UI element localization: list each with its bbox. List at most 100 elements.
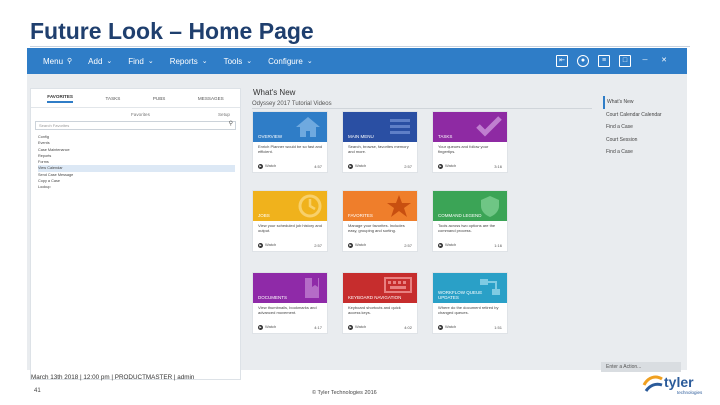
setup-link[interactable]: Setup xyxy=(218,112,230,117)
favorites-label: Favorites xyxy=(131,112,150,117)
tools-menu[interactable]: Tools ⌄ xyxy=(224,57,253,66)
clock-icon xyxy=(298,194,322,218)
favorites-search-input[interactable]: Search Favorites ⚲ xyxy=(35,121,236,130)
menu-label: Menu xyxy=(43,56,64,66)
right-nav-item[interactable]: Find a Case xyxy=(603,121,683,134)
watch-button[interactable]: ▶ Watch xyxy=(438,242,456,248)
tools-label: Tools xyxy=(223,56,243,66)
card-title: DOCUMENTS xyxy=(258,295,287,301)
video-card-main-menu[interactable]: MAIN MENU Search, browse, favorites memo… xyxy=(342,111,418,173)
logo-mark-icon xyxy=(642,375,663,392)
chevron-down-icon: ⌄ xyxy=(246,58,253,65)
play-icon: ▶ xyxy=(438,325,443,330)
card-title: JOBS xyxy=(258,213,270,219)
configure-label: Configure xyxy=(268,56,303,66)
card-banner: MAIN MENU xyxy=(343,112,417,142)
duration: 2:57 xyxy=(404,163,412,169)
play-icon: ▶ xyxy=(348,243,353,248)
video-card-command-legend[interactable]: COMMAND LEGEND Tools across two options … xyxy=(432,190,508,252)
video-card-documents[interactable]: DOCUMENTS View thumbnails, bookmarks and… xyxy=(252,272,328,334)
add-label: Add xyxy=(88,56,103,66)
play-icon: ▶ xyxy=(438,164,443,169)
right-nav-item[interactable]: Court Session xyxy=(603,134,683,147)
card-title: MAIN MENU xyxy=(348,134,374,140)
duration: 1:16 xyxy=(494,242,502,248)
duration: 1:51 xyxy=(494,324,502,330)
search-placeholder: Search Favorites xyxy=(39,123,70,128)
view-icon[interactable]: ● xyxy=(577,55,589,67)
video-card-favorites[interactable]: FAVORITES Manage your favorites. Include… xyxy=(342,190,418,252)
watch-button[interactable]: ▶ Watch xyxy=(348,163,366,169)
tab-pubs[interactable]: PUBS xyxy=(153,96,166,101)
duration: 4:17 xyxy=(314,324,322,330)
chevron-down-icon: ⌄ xyxy=(147,58,154,65)
card-banner: JOBS xyxy=(253,191,327,221)
watch-label: Watch xyxy=(265,242,277,247)
play-icon: ▶ xyxy=(258,325,263,330)
card-footer: ▶ Watch 1:51 xyxy=(438,324,502,330)
watch-label: Watch xyxy=(445,242,457,247)
slide-number: 41 xyxy=(34,388,41,394)
card-footer: ▶ Watch 4:17 xyxy=(258,324,322,330)
video-card-workflow-queue-updates[interactable]: WORKFLOW QUEUE UPDATES Where do the docu… xyxy=(432,272,508,334)
right-nav-item[interactable]: Court Calendar Calendar xyxy=(603,109,683,122)
play-icon: ▶ xyxy=(348,325,353,330)
watch-label: Watch xyxy=(265,163,277,168)
duration: 2:57 xyxy=(314,242,322,248)
watch-button[interactable]: ▶ Watch xyxy=(438,163,456,169)
minimize-icon[interactable]: ─ xyxy=(640,56,650,66)
card-banner: COMMAND LEGEND xyxy=(433,191,507,221)
right-nav-item[interactable]: Find a Case xyxy=(603,146,683,159)
card-footer: ▶ Watch 2:57 xyxy=(348,242,412,248)
window-controls: ⇤ ● ≡ □ ─ ✕ xyxy=(556,48,669,74)
video-card-overview[interactable]: OVERVIEW Enrich Planner would be so fast… xyxy=(252,111,328,173)
menu-button[interactable]: Menu ⚲ xyxy=(43,57,72,66)
duration: 3:16 xyxy=(494,163,502,169)
card-description: View thumbnails, bookmarks and advanced … xyxy=(258,305,317,315)
add-menu[interactable]: Add ⌄ xyxy=(88,57,112,66)
duration: 4:02 xyxy=(404,324,412,330)
card-footer: ▶ Watch 4:02 xyxy=(348,324,412,330)
slide-title: Future Look – Home Page xyxy=(30,18,314,44)
watch-button[interactable]: ▶ Watch xyxy=(258,324,276,330)
tab-favorites[interactable]: FAVORITES xyxy=(47,94,73,103)
card-banner: KEYBOARD NAVIGATION xyxy=(343,273,417,303)
watch-button[interactable]: ▶ Watch xyxy=(438,324,456,330)
logout-icon[interactable]: ⇤ xyxy=(556,55,568,67)
tab-messages[interactable]: MESSAGES xyxy=(198,96,224,101)
chevron-down-icon: ⌄ xyxy=(201,58,208,65)
watch-button[interactable]: ▶ Watch xyxy=(348,324,366,330)
card-description: Search, browse, favorites memory and mor… xyxy=(348,144,409,154)
card-footer: ▶ Watch 2:57 xyxy=(348,163,412,169)
find-menu[interactable]: Find ⌄ xyxy=(128,57,153,66)
card-description: Your queues and follow your fingertips. xyxy=(438,144,489,154)
card-banner: OVERVIEW xyxy=(253,112,327,142)
restore-icon[interactable]: □ xyxy=(619,55,631,67)
close-icon[interactable]: ✕ xyxy=(659,56,669,66)
watch-button[interactable]: ▶ Watch xyxy=(258,242,276,248)
configure-menu[interactable]: Configure ⌄ xyxy=(268,57,313,66)
watch-label: Watch xyxy=(355,163,367,168)
card-title: OVERVIEW xyxy=(258,134,283,140)
reports-label: Reports xyxy=(169,56,198,66)
video-card-jobs[interactable]: JOBS View your scheduled job history and… xyxy=(252,190,328,252)
video-card-keyboard-navigation[interactable]: KEYBOARD NAVIGATION Keyboard shortcuts a… xyxy=(342,272,418,334)
menu-icon xyxy=(390,119,410,134)
watch-label: Watch xyxy=(445,163,457,168)
search-icon[interactable]: ⚲ xyxy=(229,121,233,128)
reports-menu[interactable]: Reports ⌄ xyxy=(170,57,208,66)
tab-tasks[interactable]: TASKS xyxy=(106,96,121,101)
watch-label: Watch xyxy=(355,324,367,329)
card-title: FAVORITES xyxy=(348,213,373,219)
list-icon[interactable]: ≡ xyxy=(598,55,610,67)
right-nav-item-whats-new[interactable]: What's New xyxy=(603,96,683,109)
status-bar: March 13th 2018 | 12:00 pm | PRODUCTMAST… xyxy=(31,374,195,381)
watch-button[interactable]: ▶ Watch xyxy=(348,242,366,248)
watch-label: Watch xyxy=(355,242,367,247)
video-card-tasks[interactable]: TASKS Your queues and follow your finger… xyxy=(432,111,508,173)
watch-button[interactable]: ▶ Watch xyxy=(258,163,276,169)
search-icon: ⚲ xyxy=(67,58,73,65)
list-item[interactable]: Lookup xyxy=(38,184,240,190)
card-description: Enrich Planner would be so fast and effi… xyxy=(258,144,323,154)
panel-tabs: FAVORITES TASKS PUBS MESSAGES xyxy=(31,89,240,108)
